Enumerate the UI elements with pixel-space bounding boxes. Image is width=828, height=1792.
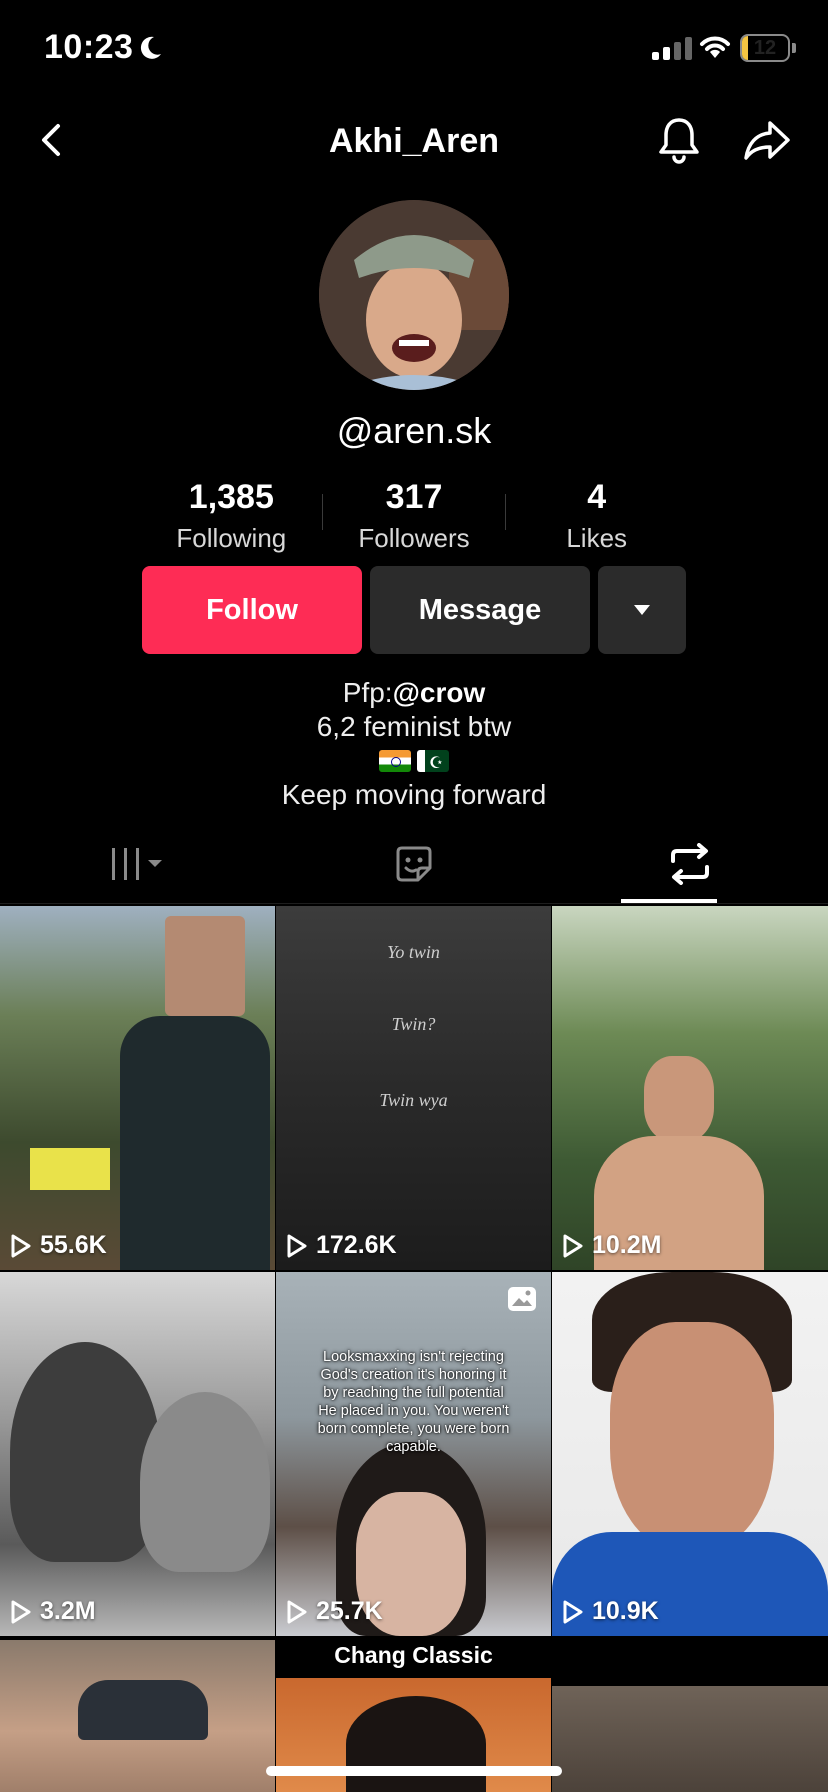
sign <box>30 1148 110 1190</box>
tab-reposts[interactable] <box>552 824 828 903</box>
view-count-text: 55.6K <box>40 1231 107 1259</box>
face <box>644 1056 714 1142</box>
more-options-button[interactable] <box>598 566 686 654</box>
battery-icon: 12 <box>740 34 790 62</box>
view-count-text: 3.2M <box>40 1597 96 1625</box>
view-count: 10.9K <box>562 1597 659 1626</box>
stat-label: Followers <box>358 523 470 553</box>
video-thumbnail[interactable]: 3.2M <box>0 1272 275 1636</box>
cap <box>78 1680 208 1740</box>
video-grid: 55.6K Yo twin Twin? Twin wya 172.6K 10.2… <box>0 906 828 1636</box>
bio-mention-link[interactable]: @crow <box>393 677 486 708</box>
play-icon <box>11 1600 31 1623</box>
overlay-text: Twin wya <box>379 1090 448 1110</box>
share-icon[interactable] <box>742 118 792 162</box>
stat-value: 317 <box>385 478 443 516</box>
stat-value: 1,385 <box>188 478 274 516</box>
thumbnail-image <box>552 1686 828 1792</box>
video-thumbnail[interactable]: 10.2M <box>552 906 828 1270</box>
stat-likes[interactable]: 4 Likes <box>505 478 688 558</box>
bio-line-1: Pfp:@crow <box>0 676 828 710</box>
profile-stats: 1,385 Following 317 Followers 4 Likes <box>140 478 688 558</box>
overlay-text: Yo twin <box>387 942 440 962</box>
profile-tabs <box>0 824 828 904</box>
username-handle: @aren.sk <box>336 410 492 451</box>
stat-label: Likes <box>566 523 628 553</box>
stat-label: Following <box>176 523 287 553</box>
video-label: Chang Classic <box>334 1642 493 1668</box>
active-tab-indicator <box>621 899 717 903</box>
face-overlay <box>165 916 245 1016</box>
lioness <box>140 1392 270 1572</box>
avatar-image <box>319 200 509 390</box>
tab-favorites[interactable] <box>276 824 552 903</box>
status-time: 10:23 <box>44 28 134 66</box>
battery-tip <box>792 43 796 53</box>
profile-header: Akhi_Aren <box>0 100 828 180</box>
tab-videos[interactable] <box>0 824 276 903</box>
view-count: 3.2M <box>10 1597 96 1626</box>
stat-following[interactable]: 1,385 Following <box>140 478 323 558</box>
bio-prefix: Pfp: <box>342 677 393 708</box>
view-count-text: 10.2M <box>592 1231 662 1259</box>
battery-level: 12 <box>753 37 777 59</box>
face <box>610 1322 774 1552</box>
photo-mode-icon <box>508 1287 536 1311</box>
favorites-sticker-icon <box>396 846 432 881</box>
follow-button[interactable]: Follow <box>142 566 362 654</box>
lion <box>10 1342 160 1562</box>
divider <box>505 494 506 530</box>
view-count-text: 172.6K <box>316 1231 397 1259</box>
videos-grid-icon <box>112 847 162 880</box>
view-count-text: 10.9K <box>592 1597 659 1625</box>
video-thumbnail[interactable]: Yo twin Twin? Twin wya 172.6K <box>276 906 551 1270</box>
play-icon <box>11 1234 31 1257</box>
bio-line-4: Keep moving forward <box>281 779 547 810</box>
india-flag-icon <box>379 750 411 772</box>
hair <box>346 1696 486 1792</box>
video-thumbnail[interactable]: 10.9K <box>552 1272 828 1636</box>
pakistan-flag-icon <box>417 750 449 772</box>
moon-icon <box>140 36 161 59</box>
play-icon <box>287 1600 307 1623</box>
video-thumbnail[interactable]: Looksmaxxing isn't rejecting God's creat… <box>276 1272 551 1636</box>
view-count: 25.7K <box>286 1597 383 1626</box>
divider <box>322 494 323 530</box>
message-button[interactable]: Message <box>370 566 590 654</box>
video-caption: Looksmaxxing isn't rejecting God's creat… <box>317 1349 510 1455</box>
figure <box>120 1016 270 1270</box>
view-count: 55.6K <box>10 1231 107 1260</box>
home-indicator[interactable] <box>266 1766 562 1776</box>
video-thumbnail[interactable] <box>0 1640 275 1792</box>
view-count: 172.6K <box>286 1231 397 1260</box>
stat-value: 4 <box>587 478 607 516</box>
bell-icon[interactable] <box>656 114 702 164</box>
profile-bio: Pfp:@crow 6,2 feminist btw Keep moving f… <box>0 676 828 812</box>
bio-line-2: 6,2 feminist btw <box>316 711 512 742</box>
status-bar: 10:23 12 <box>0 0 828 100</box>
caret-down-icon <box>634 605 650 615</box>
play-icon <box>563 1600 583 1623</box>
view-count-text: 25.7K <box>316 1597 383 1625</box>
profile-actions: Follow Message <box>142 566 686 654</box>
bio-flags <box>0 746 828 776</box>
view-count: 10.2M <box>562 1231 661 1260</box>
stat-followers[interactable]: 317 Followers <box>323 478 506 558</box>
overlay-text: Twin? <box>391 1014 436 1034</box>
page-title: Akhi_Aren <box>328 122 500 160</box>
play-icon <box>287 1234 307 1257</box>
video-thumbnail[interactable] <box>552 1640 828 1792</box>
reposts-icon <box>671 842 709 885</box>
cellular-signal-icon <box>652 36 692 60</box>
play-icon <box>563 1234 583 1257</box>
video-thumbnail[interactable]: 55.6K <box>0 906 275 1270</box>
avatar[interactable] <box>319 200 509 390</box>
wifi-icon <box>700 36 730 58</box>
